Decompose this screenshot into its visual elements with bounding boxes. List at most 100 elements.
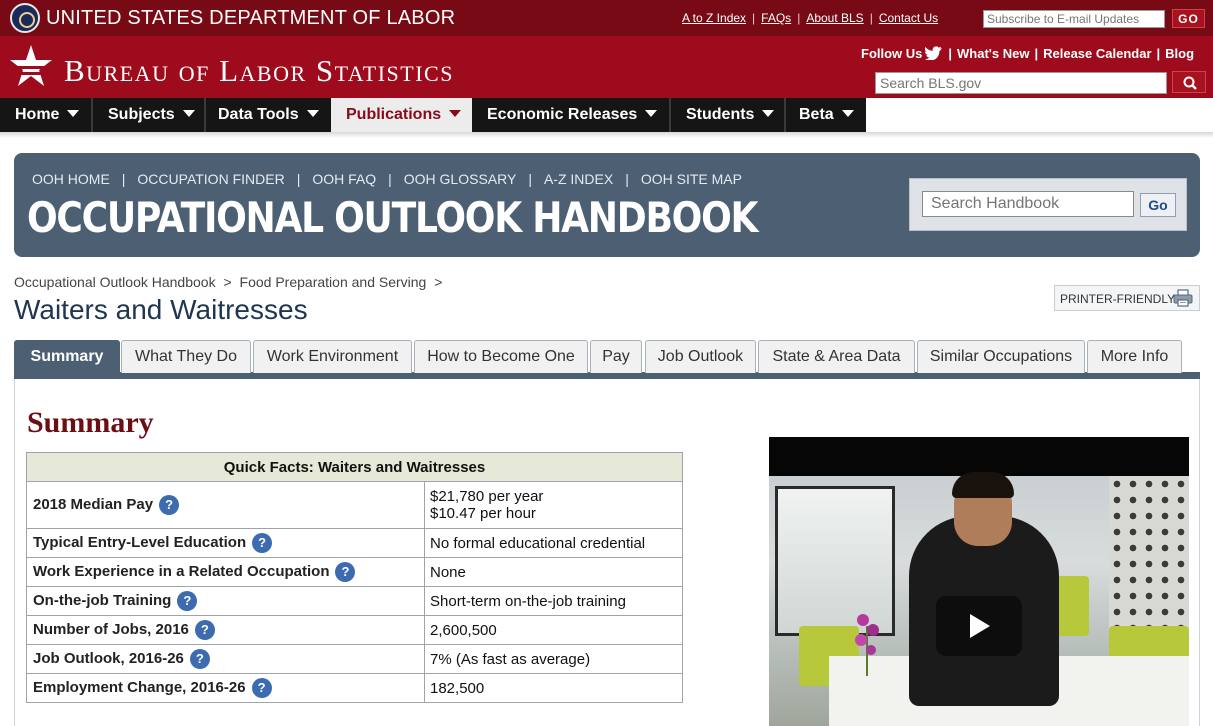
nav-data-tools[interactable]: Data Tools <box>206 98 331 132</box>
search-icon <box>1183 76 1197 90</box>
bls-search-button[interactable] <box>1172 71 1206 93</box>
table-row: Number of Jobs, 2016? 2,600,500 <box>26 615 683 645</box>
table-row: Work Experience in a Related Occupation?… <box>26 557 683 587</box>
nav-economic-releases[interactable]: Economic Releases <box>472 98 669 132</box>
star-logo-icon[interactable] <box>7 42 55 90</box>
tab-work-environment[interactable]: Work Environment <box>253 340 412 373</box>
tab-more-info[interactable]: More Info <box>1087 340 1182 373</box>
video-thumbnail <box>769 472 1189 726</box>
twitter-bird-icon <box>925 46 943 60</box>
question-icon[interactable]: ? <box>177 591 198 611</box>
caret-down-icon <box>67 110 80 117</box>
a-to-z-index-link[interactable]: A to Z Index <box>682 11 746 25</box>
bls-links: Follow Us | What's New | Release Calendar | Bl… <box>861 46 1195 61</box>
tab-summary[interactable]: Summary <box>14 340 120 378</box>
fact-label: 2018 Median Pay <box>33 496 154 513</box>
video-player[interactable] <box>769 437 1189 726</box>
question-icon[interactable]: ? <box>252 533 273 553</box>
fact-label: On-the-job Training <box>33 592 172 609</box>
fact-value: None <box>424 557 683 587</box>
question-icon[interactable]: ? <box>189 649 210 669</box>
tab-pay[interactable]: Pay <box>590 340 642 373</box>
dol-links: A to Z Index | FAQs | About BLS | Contact Us <box>682 11 939 25</box>
caret-down-icon <box>182 110 195 117</box>
bls-header: Bureau of Labor Statistics Follow Us | Wha… <box>0 36 1213 98</box>
ooh-faq-link[interactable]: OOH FAQ <box>312 171 376 187</box>
quick-facts-table: Quick Facts: Waiters and Waitresses 2018… <box>26 452 683 703</box>
tab-how-to-become-one[interactable]: How to Become One <box>414 340 588 373</box>
printer-icon <box>1173 289 1193 307</box>
ooh-search-box: Go <box>909 178 1187 231</box>
table-row: Typical Entry-Level Education? No formal… <box>26 528 683 558</box>
question-icon[interactable]: ? <box>335 562 356 582</box>
ooh-site-map-link[interactable]: OOH SITE MAP <box>641 171 742 187</box>
fact-value: $10.47 per hour <box>430 505 536 522</box>
dol-top-bar: UNITED STATES DEPARTMENT OF LABOR A to Z… <box>0 0 1213 36</box>
question-icon[interactable]: ? <box>194 620 215 640</box>
caret-down-icon <box>449 110 462 117</box>
question-icon[interactable]: ? <box>159 495 180 515</box>
printer-friendly-button[interactable]: PRINTER-FRIENDLY <box>1054 285 1200 311</box>
question-icon[interactable]: ? <box>251 678 272 698</box>
ooh-banner: OOH HOME | OCCUPATION FINDER | OOH FAQ | OOH G… <box>14 153 1200 257</box>
faqs-link[interactable]: FAQs <box>761 11 791 25</box>
ooh-title[interactable]: OCCUPATIONAL OUTLOOK HANDBOOK <box>27 193 759 242</box>
dol-title[interactable]: UNITED STATES DEPARTMENT OF LABOR <box>46 7 455 30</box>
table-header-row: Quick Facts: Waiters and Waitresses <box>26 452 683 482</box>
contact-us-link[interactable]: Contact Us <box>879 11 938 25</box>
breadcrumb-food-prep-link[interactable]: Food Preparation and Serving <box>240 274 427 290</box>
main-nav: Home Subjects Data Tools Publications Ec… <box>0 98 1213 132</box>
fact-label: Number of Jobs, 2016 <box>33 621 189 638</box>
fact-label: Typical Entry-Level Education <box>33 534 247 551</box>
nav-subjects[interactable]: Subjects <box>93 98 204 132</box>
caret-down-icon <box>762 110 775 117</box>
about-bls-link[interactable]: About BLS <box>806 11 863 25</box>
handbook-go-button[interactable]: Go <box>1140 193 1176 217</box>
bls-search-input[interactable] <box>875 72 1167 94</box>
nav-publications[interactable]: Publications <box>331 98 472 132</box>
play-icon[interactable] <box>936 596 1022 656</box>
fact-value: No formal educational credential <box>424 528 683 558</box>
fact-label: Job Outlook, 2016-26 <box>33 650 184 667</box>
quick-facts-title: Quick Facts: Waiters and Waitresses <box>26 452 683 482</box>
subscribe-email-input[interactable] <box>983 10 1165 28</box>
fact-label: Employment Change, 2016-26 <box>33 679 246 696</box>
caret-down-icon <box>841 110 854 117</box>
subscribe-go-button[interactable]: GO <box>1172 9 1205 28</box>
tab-similar-occupations[interactable]: Similar Occupations <box>917 340 1085 373</box>
nav-beta[interactable]: Beta <box>786 98 866 132</box>
table-row: Job Outlook, 2016-26? 7% (As fast as ave… <box>26 644 683 674</box>
fact-value: 2,600,500 <box>424 615 683 645</box>
handbook-search-input[interactable] <box>922 191 1134 217</box>
tab-job-outlook[interactable]: Job Outlook <box>645 340 756 373</box>
release-calendar-link[interactable]: Release Calendar <box>1043 46 1151 61</box>
fact-value: 182,500 <box>424 673 683 703</box>
fact-value: Short-term on-the-job training <box>424 586 683 616</box>
table-row: Employment Change, 2016-26? 182,500 <box>26 673 683 703</box>
fact-value: $21,780 per year <box>430 488 544 505</box>
summary-heading: Summary <box>27 406 154 439</box>
whats-new-link[interactable]: What's New <box>957 46 1029 61</box>
bls-title[interactable]: Bureau of Labor Statistics <box>64 53 454 89</box>
follow-us-link[interactable]: Follow Us <box>861 46 943 61</box>
table-row: 2018 Median Pay? $21,780 per year $10.47 … <box>26 481 683 529</box>
blog-link[interactable]: Blog <box>1165 46 1194 61</box>
caret-down-icon <box>306 110 319 117</box>
a-z-index-link[interactable]: A-Z INDEX <box>544 171 613 187</box>
occupation-finder-link[interactable]: OCCUPATION FINDER <box>137 171 284 187</box>
ooh-glossary-link[interactable]: OOH GLOSSARY <box>404 171 517 187</box>
nav-home[interactable]: Home <box>0 98 91 132</box>
tab-what-they-do[interactable]: What They Do <box>121 340 251 373</box>
ooh-home-link[interactable]: OOH HOME <box>32 171 110 187</box>
breadcrumb: Occupational Outlook Handbook > Food Pre… <box>14 274 443 290</box>
caret-down-icon <box>645 110 658 117</box>
page-title: Waiters and Waitresses <box>14 294 308 325</box>
breadcrumb-ooh-link[interactable]: Occupational Outlook Handbook <box>14 274 216 290</box>
dol-seal-icon[interactable] <box>10 3 40 33</box>
nav-students[interactable]: Students <box>671 98 784 132</box>
fact-value: 7% (As fast as average) <box>424 644 683 674</box>
tab-state-area-data[interactable]: State & Area Data <box>758 340 915 373</box>
table-row: On-the-job Training? Short-term on-the-j… <box>26 586 683 616</box>
tab-bar: Summary What They Do Work Environment Ho… <box>14 340 1200 380</box>
ooh-links: OOH HOME | OCCUPATION FINDER | OOH FAQ | OOH G… <box>32 171 742 187</box>
